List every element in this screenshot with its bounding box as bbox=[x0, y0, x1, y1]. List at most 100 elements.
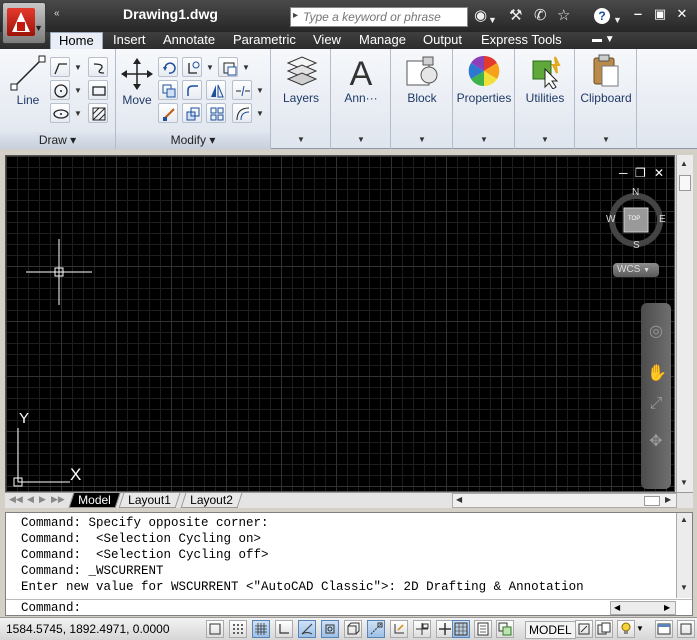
quick-view-drawings-button[interactable] bbox=[595, 620, 613, 638]
favorites-star-icon[interactable]: ☆ bbox=[557, 7, 570, 25]
subscription-center-icon[interactable]: ⚒ bbox=[509, 7, 522, 25]
move-button-label[interactable]: Move bbox=[118, 93, 156, 107]
line-button-label[interactable]: Line bbox=[10, 93, 46, 107]
quick-access-toolbar-toggle[interactable]: « bbox=[54, 8, 60, 19]
tab-model[interactable]: Model bbox=[68, 493, 121, 508]
utilities-dropdown-icon[interactable]: ▼ bbox=[541, 135, 549, 144]
tab-express-tools[interactable]: Express Tools bbox=[473, 32, 570, 49]
last-layout-icon[interactable]: ▶▶ bbox=[51, 494, 65, 505]
compass-north[interactable]: N bbox=[632, 187, 639, 198]
draw-panel-expander[interactable]: Draw ▾ bbox=[0, 132, 115, 149]
next-layout-icon[interactable]: ▶ bbox=[39, 494, 46, 505]
3d-object-snap-button[interactable] bbox=[344, 620, 362, 638]
steering-wheel-icon[interactable]: ◎ bbox=[647, 321, 665, 340]
search-input[interactable] bbox=[303, 9, 463, 25]
panel-layers[interactable]: Layers ▼ bbox=[271, 49, 331, 149]
panel-annotation[interactable]: A Ann··· ▼ bbox=[331, 49, 391, 149]
viewport-minimize-icon[interactable]: ─ bbox=[619, 166, 628, 180]
restore-button[interactable]: ▣ bbox=[650, 5, 670, 23]
workspace-switch-button[interactable] bbox=[677, 620, 695, 638]
minimize-button[interactable]: ‒ bbox=[628, 5, 648, 23]
copy-button[interactable] bbox=[158, 80, 178, 100]
search-box[interactable]: ▸ bbox=[290, 7, 468, 27]
polyline-button[interactable] bbox=[50, 57, 70, 77]
tab-annotate[interactable]: Annotate bbox=[155, 32, 223, 49]
modify-panel-expander[interactable]: Modify ▾ bbox=[116, 132, 270, 149]
tab-manage[interactable]: Manage bbox=[351, 32, 414, 49]
erase-dropdown-icon[interactable]: ▼ bbox=[242, 63, 250, 72]
tab-layout1[interactable]: Layout1 bbox=[118, 493, 181, 508]
rotate-button[interactable] bbox=[158, 57, 178, 77]
arc-spline-button[interactable] bbox=[88, 57, 108, 77]
explode-button[interactable] bbox=[232, 80, 252, 100]
circle-dropdown-icon[interactable]: ▼ bbox=[74, 86, 82, 95]
object-snap-button[interactable] bbox=[321, 620, 339, 638]
compass-south[interactable]: S bbox=[633, 240, 640, 251]
orbit-icon[interactable]: ✥ bbox=[647, 431, 665, 450]
prev-layout-icon[interactable]: ◀ bbox=[27, 494, 34, 505]
move-icon[interactable] bbox=[120, 57, 154, 91]
status-menu-dropdown-icon[interactable]: ▼ bbox=[636, 624, 644, 633]
trim-dropdown-icon[interactable]: ▼ bbox=[206, 63, 214, 72]
tab-insert[interactable]: Insert bbox=[105, 32, 154, 49]
panel-utilities[interactable]: Utilities ▼ bbox=[515, 49, 575, 149]
drawing-canvas[interactable]: Y X ─ ❐ ✕ N S E W TOP WCS ▼ ◎ ✋ ⤢ ✥ bbox=[5, 155, 675, 492]
command-scroll-down-icon[interactable]: ▼ bbox=[680, 583, 688, 592]
compass-west[interactable]: W bbox=[606, 214, 615, 225]
properties-dropdown-icon[interactable]: ▼ bbox=[480, 135, 488, 144]
viewport-close-icon[interactable]: ✕ bbox=[654, 166, 664, 180]
command-scroll-left-icon[interactable]: ◀ bbox=[614, 603, 620, 612]
tab-view[interactable]: View bbox=[305, 32, 349, 49]
object-snap-tracking-button[interactable] bbox=[367, 620, 385, 638]
compass-east[interactable]: E bbox=[659, 214, 666, 225]
ortho-mode-button[interactable] bbox=[275, 620, 293, 638]
drawing-horizontal-scrollbar[interactable]: ◀ ▶ bbox=[452, 493, 677, 508]
command-line[interactable]: Command: ◀ ▶ bbox=[6, 599, 692, 616]
grid-display-button[interactable] bbox=[252, 620, 270, 638]
scale-button[interactable] bbox=[182, 103, 202, 123]
stretch-button[interactable] bbox=[158, 103, 178, 123]
communication-center-icon[interactable]: ✆ bbox=[534, 7, 547, 25]
array-button[interactable] bbox=[206, 103, 226, 123]
wcs-menu[interactable]: WCS ▼ bbox=[613, 263, 659, 277]
horizontal-scroll-thumb[interactable] bbox=[644, 496, 660, 506]
command-vertical-scrollbar[interactable]: ▲ ▼ bbox=[676, 513, 692, 598]
tab-parametric[interactable]: Parametric bbox=[225, 32, 304, 49]
panel-properties[interactable]: Properties ▼ bbox=[453, 49, 515, 149]
explode-dropdown-icon[interactable]: ▼ bbox=[256, 86, 264, 95]
ribbon-minimize-toggle[interactable]: ▬ ▼ bbox=[584, 32, 623, 49]
search-options-icon[interactable]: ▸ bbox=[293, 10, 298, 21]
application-menu-button[interactable]: ▼ bbox=[2, 2, 46, 44]
ellipse-button[interactable] bbox=[50, 103, 70, 123]
dynamic-ucs-button[interactable] bbox=[390, 620, 408, 638]
drawing-vertical-scrollbar[interactable]: ▲ ▼ bbox=[676, 155, 693, 492]
tab-output[interactable]: Output bbox=[415, 32, 470, 49]
command-horizontal-scrollbar[interactable]: ◀ ▶ bbox=[610, 601, 676, 615]
panel-clipboard[interactable]: Clipboard ▼ bbox=[575, 49, 637, 149]
command-scroll-right-icon[interactable]: ▶ bbox=[664, 603, 670, 612]
layers-dropdown-icon[interactable]: ▼ bbox=[297, 135, 305, 144]
ellipse-dropdown-icon[interactable]: ▼ bbox=[74, 109, 82, 118]
command-scroll-up-icon[interactable]: ▲ bbox=[680, 515, 688, 524]
help-icon[interactable]: ? bbox=[594, 8, 610, 24]
trim-button[interactable] bbox=[182, 57, 202, 77]
scroll-down-icon[interactable]: ▼ bbox=[680, 478, 688, 487]
first-layout-icon[interactable]: ◀◀ bbox=[9, 494, 23, 505]
tab-layout2[interactable]: Layout2 bbox=[180, 493, 243, 508]
polar-tracking-button[interactable] bbox=[298, 620, 316, 638]
infer-constraints-button[interactable] bbox=[206, 620, 224, 638]
scroll-up-icon[interactable]: ▲ bbox=[680, 159, 688, 168]
mirror-button[interactable] bbox=[206, 80, 226, 100]
offset-button[interactable] bbox=[232, 103, 252, 123]
pan-hand-icon[interactable]: ✋ bbox=[647, 363, 667, 382]
quick-properties-button[interactable] bbox=[474, 620, 492, 638]
clean-screen-button[interactable] bbox=[655, 620, 673, 638]
coordinates-readout[interactable]: 1584.5745, 1892.4971, 0.0000 bbox=[6, 622, 170, 636]
zoom-extents-icon[interactable]: ⤢ bbox=[647, 395, 665, 413]
snap-mode-button[interactable] bbox=[229, 620, 247, 638]
binoculars-icon[interactable]: ◉ bbox=[474, 7, 487, 25]
erase-button[interactable] bbox=[218, 57, 238, 77]
vertical-scroll-thumb[interactable] bbox=[679, 175, 691, 191]
quick-view-layouts-button[interactable] bbox=[575, 620, 593, 638]
viewport-restore-icon[interactable]: ❐ bbox=[635, 166, 646, 180]
